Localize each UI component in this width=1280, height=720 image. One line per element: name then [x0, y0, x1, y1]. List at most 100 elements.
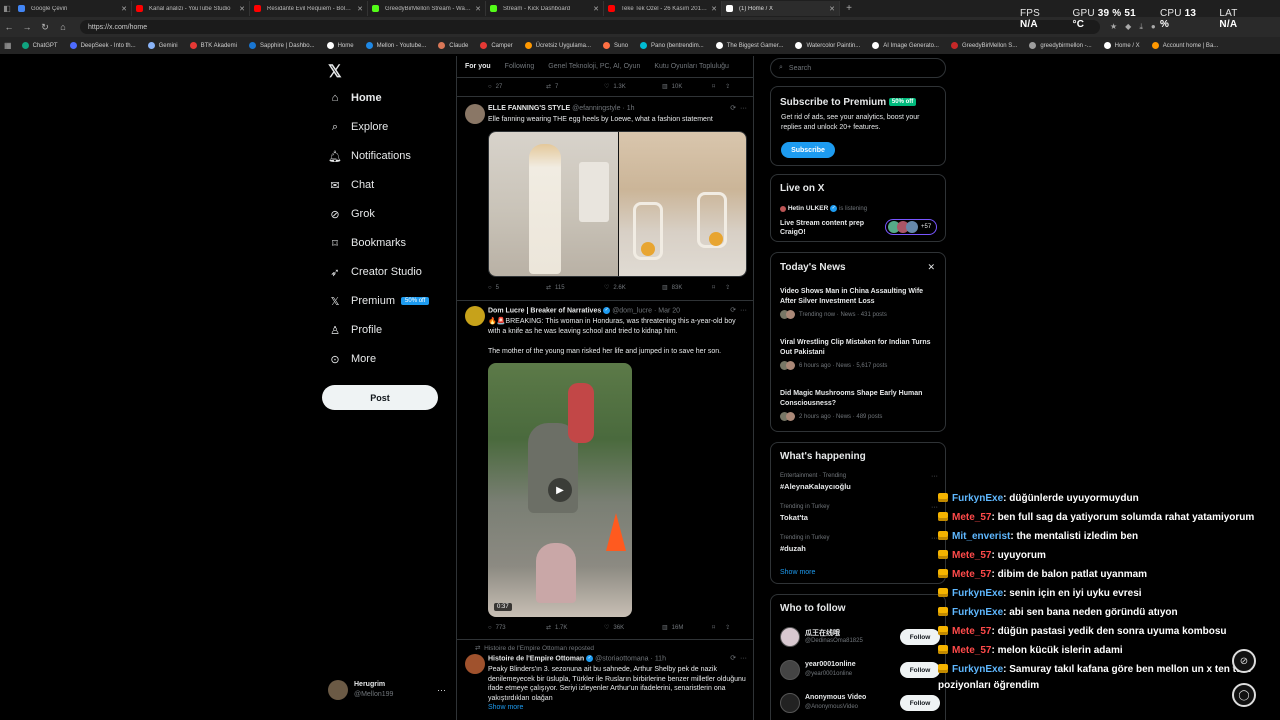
show-more-link[interactable]: Show more	[488, 704, 523, 711]
bookmark-item[interactable]: Home	[326, 42, 354, 49]
browser-menu-icon[interactable]: ◧	[0, 4, 14, 13]
nav-item-home[interactable]: ⌂ Home	[328, 87, 382, 109]
bookmark-icon[interactable]: ⌑	[712, 83, 715, 90]
show-more-link[interactable]: Show more	[780, 569, 815, 576]
close-icon[interactable]: ✕	[711, 5, 717, 13]
tweet-menu-icon[interactable]: ⟳ ···	[730, 654, 747, 662]
play-icon[interactable]: ▶	[548, 478, 572, 502]
tweet-menu-icon[interactable]: ⟳ ···	[730, 104, 747, 112]
bookmark-item[interactable]: Suno	[603, 42, 628, 49]
news-item[interactable]: Did Magic Mushrooms Shape Early Human Co…	[780, 389, 938, 421]
tweet-menu-icon[interactable]: ⟳ ···	[730, 306, 747, 314]
nav-item-bookmarks[interactable]: ⌑ Bookmarks	[328, 232, 406, 254]
apps-icon[interactable]: ▦	[4, 41, 12, 50]
forward-icon[interactable]: →	[18, 22, 36, 32]
tab-for-you[interactable]: For you	[465, 63, 491, 70]
nav-item-profile[interactable]: ♙ Profile	[328, 319, 382, 341]
reply-button[interactable]: ○ 5	[488, 285, 546, 291]
share-icon[interactable]: ⇪	[725, 284, 730, 291]
tweet-time[interactable]: 1h	[627, 105, 635, 112]
like-button[interactable]: ♡ 1.3K	[604, 83, 662, 91]
new-tab-button[interactable]: +	[840, 3, 858, 14]
post-button[interactable]: Post	[322, 385, 438, 410]
repost-button[interactable]: ⇄ 1.7K	[546, 624, 604, 632]
follow-suggestion[interactable]: year0001online @year0001online Follow	[780, 658, 940, 682]
close-icon[interactable]: ✕	[829, 5, 835, 13]
nav-item-more[interactable]: ⊙ More	[328, 348, 376, 370]
author-handle[interactable]: @dom_lucre	[612, 307, 652, 314]
back-icon[interactable]: ←	[0, 22, 18, 32]
avatar[interactable]	[465, 104, 485, 124]
trend-item[interactable]: Entertainment · Trending #AleynaKalaycıoğ…	[780, 473, 938, 491]
avatar[interactable]	[465, 654, 485, 674]
share-icon[interactable]: ⇪	[725, 624, 730, 631]
browser-tab-active[interactable]: (1) Home / X ✕	[722, 1, 840, 16]
browser-tab[interactable]: Google Çeviri ✕	[14, 1, 132, 16]
bookmark-item[interactable]: AI Image Generato...	[872, 42, 939, 49]
reload-icon[interactable]: ↻	[36, 22, 54, 33]
bookmark-item[interactable]: BTK Akademi	[189, 42, 237, 49]
tweet-time[interactable]: 11h	[655, 655, 666, 662]
bookmark-item[interactable]: Home / X	[1103, 42, 1140, 49]
author-name[interactable]: Dom Lucre | Breaker of Narratives	[488, 307, 601, 314]
bookmark-item[interactable]: Watercolor Paintin...	[795, 42, 860, 49]
tab-genel-teknoloji[interactable]: Genel Teknoloji, PC, AI, Oyun	[548, 63, 640, 70]
tweet-time[interactable]: Mar 20	[658, 307, 680, 314]
browser-tab[interactable]: Teke Tek Özel - 26 Kasım 2017 "Cr ✕	[604, 1, 722, 16]
bookmark-item[interactable]: greedybirmellon -...	[1029, 42, 1092, 49]
bookmark-item[interactable]: Gemini	[147, 42, 178, 49]
like-button[interactable]: ♡ 36K	[604, 624, 662, 632]
bookmark-item[interactable]: GreedyBirMellon S...	[950, 42, 1017, 49]
nav-item-grok[interactable]: ⊘ Grok	[328, 203, 374, 225]
like-button[interactable]: ♡ 2.6K	[604, 284, 662, 292]
more-icon[interactable]: ···	[437, 685, 446, 695]
follow-suggestion[interactable]: Anonymous Video @AnonymousVideo Follow	[780, 691, 940, 715]
home-page-icon[interactable]: ⌂	[54, 22, 72, 32]
tab-following[interactable]: Following	[505, 63, 535, 70]
close-icon[interactable]: ✕	[121, 5, 127, 13]
author-name[interactable]: Histoire de l'Empire Ottoman	[488, 655, 584, 662]
bookmark-item[interactable]: Account home | Ba...	[1151, 42, 1218, 49]
repost-button[interactable]: ⇄ 7	[546, 83, 604, 91]
account-switcher[interactable]: Herugrim @Mellon199 ···	[328, 680, 446, 700]
bookmark-item[interactable]: Camper	[480, 42, 513, 49]
follow-button[interactable]: Follow	[900, 662, 940, 678]
bookmark-item[interactable]: Ücretsiz Uygulama...	[524, 42, 591, 49]
more-icon[interactable]: ···	[931, 535, 938, 542]
follow-suggestion[interactable]: 瓜王在线哦 @DedinasOma81825 Follow	[780, 625, 940, 649]
live-participants[interactable]: +57	[885, 219, 937, 235]
tweet-media[interactable]	[488, 131, 747, 277]
follow-button[interactable]: Follow	[900, 629, 940, 645]
close-icon[interactable]: ✕	[593, 5, 599, 13]
bookmark-item[interactable]: ChatGPT	[21, 42, 58, 49]
news-item[interactable]: Video Shows Man in China Assaulting Wife…	[780, 287, 938, 319]
close-icon[interactable]: ✕	[357, 5, 363, 13]
tweet-video[interactable]: ▶ 0:37	[488, 363, 632, 617]
author-name[interactable]: ELLE FANNING'S STYLE	[488, 105, 570, 112]
nav-item-premium[interactable]: 𝕏 Premium 50% off	[328, 290, 430, 312]
author-handle[interactable]: @storiaottomana	[595, 655, 648, 662]
views-button[interactable]: ▥ 10K	[662, 83, 712, 91]
follow-button[interactable]: Follow	[900, 695, 940, 711]
close-icon[interactable]: ✕	[239, 5, 245, 13]
trend-item[interactable]: Trending in Turkey Tokat'ta ···	[780, 504, 938, 522]
more-icon[interactable]: ···	[931, 473, 938, 480]
reply-button[interactable]: ○ 27	[488, 84, 546, 90]
reply-button[interactable]: ○ 773	[488, 625, 546, 631]
bookmark-item[interactable]: Sapphire | Dashbo...	[248, 42, 315, 49]
bookmark-item[interactable]: Pano (bentrendim...	[640, 42, 704, 49]
search-input[interactable]: ⌕ Search	[770, 58, 946, 78]
bookmark-item[interactable]: The Biggest Gamer...	[715, 42, 783, 49]
bookmark-icon[interactable]: ⌑	[712, 284, 715, 291]
views-button[interactable]: ▥ 83K	[662, 284, 712, 292]
avatar[interactable]	[465, 306, 485, 326]
repost-button[interactable]: ⇄ 115	[546, 284, 604, 292]
close-icon[interactable]: ✕	[475, 5, 481, 13]
nav-item-chat[interactable]: ✉ Chat	[328, 174, 374, 196]
bookmark-item[interactable]: Claude	[438, 42, 468, 49]
url-field[interactable]: https://x.com/home	[80, 20, 1100, 34]
share-icon[interactable]: ⇪	[725, 83, 730, 90]
browser-tab[interactable]: Kanal analizi - YouTube Studio ✕	[132, 1, 250, 16]
live-stream-title[interactable]: Live Stream content prep CraigO!	[780, 219, 880, 237]
nav-item-explore[interactable]: ⌕ Explore	[328, 116, 388, 138]
